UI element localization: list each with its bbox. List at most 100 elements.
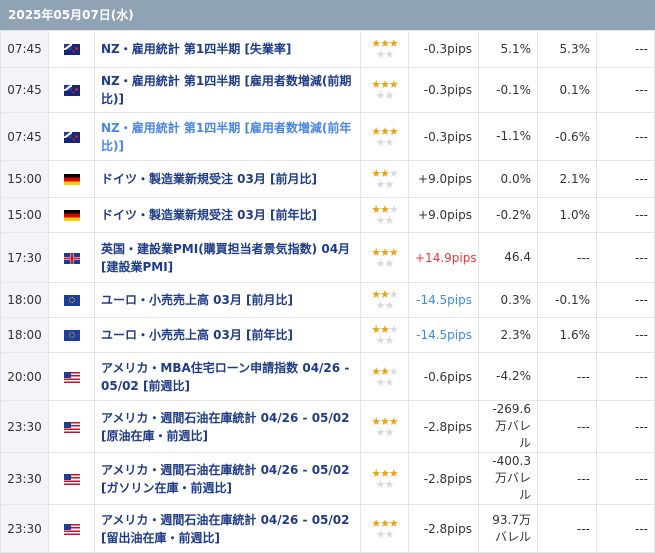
star-empty-icon: ★★ <box>375 48 395 61</box>
us-flag-icon <box>63 473 80 485</box>
previous-value: --- <box>596 232 655 283</box>
country-flag <box>48 112 95 161</box>
previous-value: --- <box>596 112 655 161</box>
eu-flag-icon <box>63 295 80 306</box>
result-value: -4.2% <box>478 352 538 401</box>
star-empty-icon: ★★ <box>375 334 395 347</box>
importance-stars: ★★★ ★★ <box>360 30 409 68</box>
event-row: 07:45 NZ・雇用統計 第1四半期 [雇用者数増減(前期比)] ★★★ ★★ -0.… <box>0 67 655 113</box>
pips-move: -0.3pips <box>408 67 479 113</box>
importance-stars: ★★★ ★★ <box>360 160 409 198</box>
event-row: 18:00 ユーロ・小売売上高 03月 [前年比] ★★★ ★★ -14.5pips 2.… <box>0 317 655 353</box>
result-value: 46.4 <box>478 232 538 283</box>
result-value: 93.7万バレル <box>478 504 538 553</box>
nz-flag-icon <box>63 44 80 55</box>
event-link[interactable]: アメリカ・MBA住宅ローン申請指数 04/26 - 05/02 [前週比] <box>94 352 361 401</box>
date-header-label: 2025年05月07日(水) <box>8 8 134 22</box>
us-flag-icon <box>63 523 80 535</box>
previous-value: --- <box>596 352 655 401</box>
star-empty-icon: ★★ <box>375 178 395 191</box>
event-name: NZ・雇用統計 第1四半期 [雇用者数増減(前年比)] <box>101 120 352 153</box>
importance-stars: ★★★ ★★ <box>360 317 409 353</box>
uk-flag-icon <box>63 252 80 264</box>
previous-value: --- <box>596 400 655 453</box>
importance-stars: ★★★ ★★ <box>360 400 409 453</box>
event-link[interactable]: ユーロ・小売売上高 03月 [前月比] <box>94 282 361 318</box>
event-row: 15:00 ドイツ・製造業新規受注 03月 [前月比] ★★★ ★★ +9.0pips 0… <box>0 160 655 198</box>
event-link[interactable]: アメリカ・週間石油在庫統計 04/26 - 05/02 [留出油在庫・前週比] <box>94 504 361 553</box>
pips-move: -2.8pips <box>408 452 479 505</box>
star-empty-icon: ★★ <box>375 299 395 312</box>
result-value: 2.3% <box>478 317 538 353</box>
result-value: -1.1% <box>478 112 538 161</box>
pips-move: +14.9pips <box>408 232 479 283</box>
event-row: 23:30 アメリカ・週間石油在庫統計 04/26 - 05/02 [留出油在庫・… <box>0 504 655 553</box>
importance-stars: ★★★ ★★ <box>360 452 409 505</box>
previous-value: --- <box>596 197 655 233</box>
country-flag <box>48 504 95 553</box>
event-name: ドイツ・製造業新規受注 03月 [前月比] <box>101 172 318 186</box>
germany-flag-icon <box>63 210 80 221</box>
germany-flag-icon <box>63 174 80 185</box>
star-empty-icon: ★★ <box>375 477 395 491</box>
event-link[interactable]: ドイツ・製造業新規受注 03月 [前年比] <box>94 197 361 233</box>
event-row: 23:30 アメリカ・週間石油在庫統計 04/26 - 05/02 [原油在庫・前… <box>0 400 655 453</box>
event-time: 18:00 <box>0 282 49 318</box>
event-time: 23:30 <box>0 504 49 553</box>
event-link[interactable]: 英国・建設業PMI(購買担当者景気指数) 04月 [建設業PMI] <box>94 232 361 283</box>
star-empty-icon: ★★ <box>375 527 395 541</box>
previous-value: --- <box>596 160 655 198</box>
event-link[interactable]: アメリカ・週間石油在庫統計 04/26 - 05/02 [ガソリン在庫・前週比] <box>94 452 361 505</box>
result-value: 0.0% <box>478 160 538 198</box>
forecast-value: 1.0% <box>537 197 597 233</box>
event-row: 18:00 ユーロ・小売売上高 03月 [前月比] ★★★ ★★ -14.5pips 0.… <box>0 282 655 318</box>
pips-move: +9.0pips <box>408 160 479 198</box>
result-value: -269.6万バレル <box>478 400 538 453</box>
event-time: 07:45 <box>0 112 49 161</box>
result-value: -0.1% <box>478 67 538 113</box>
country-flag <box>48 67 95 113</box>
economic-calendar-table: 07:45 NZ・雇用統計 第1四半期 [失業率] ★★★ ★★ -0.3pips 5.1… <box>0 30 655 553</box>
pips-move: -0.3pips <box>408 30 479 68</box>
country-flag <box>48 30 95 68</box>
star-empty-icon: ★★ <box>375 425 395 439</box>
country-flag <box>48 232 95 283</box>
country-flag <box>48 160 95 198</box>
event-link[interactable]: アメリカ・週間石油在庫統計 04/26 - 05/02 [原油在庫・前週比] <box>94 400 361 453</box>
nz-flag-icon <box>63 131 80 143</box>
event-name: アメリカ・MBA住宅ローン申請指数 04/26 - 05/02 [前週比] <box>101 360 350 393</box>
previous-value: --- <box>596 452 655 505</box>
forecast-value: 2.1% <box>537 160 597 198</box>
forecast-value: 5.3% <box>537 30 597 68</box>
event-link[interactable]: NZ・雇用統計 第1四半期 [雇用者数増減(前期比)] <box>94 67 361 113</box>
country-flag <box>48 400 95 453</box>
event-link[interactable]: ユーロ・小売売上高 03月 [前年比] <box>94 317 361 353</box>
event-time: 23:30 <box>0 452 49 505</box>
country-flag <box>48 452 95 505</box>
event-name: 英国・建設業PMI(購買担当者景気指数) 04月 [建設業PMI] <box>101 241 351 274</box>
country-flag <box>48 197 95 233</box>
event-time: 07:45 <box>0 67 49 113</box>
importance-stars: ★★★ ★★ <box>360 282 409 318</box>
date-header: 2025年05月07日(水) <box>0 0 655 30</box>
importance-stars: ★★★ ★★ <box>360 112 409 161</box>
eu-flag-icon <box>63 330 80 341</box>
previous-value: --- <box>596 317 655 353</box>
pips-move: -2.8pips <box>408 400 479 453</box>
forecast-value: --- <box>537 232 597 283</box>
event-link[interactable]: NZ・雇用統計 第1四半期 [失業率] <box>94 30 361 68</box>
event-name: ユーロ・小売売上高 03月 [前年比] <box>101 328 294 342</box>
event-time: 07:45 <box>0 30 49 68</box>
pips-move: -0.6pips <box>408 352 479 401</box>
event-row: 17:30 英国・建設業PMI(購買担当者景気指数) 04月 [建設業PMI] ★★… <box>0 232 655 283</box>
event-row: 07:45 NZ・雇用統計 第1四半期 [失業率] ★★★ ★★ -0.3pips 5.1… <box>0 30 655 68</box>
event-link[interactable]: ドイツ・製造業新規受注 03月 [前月比] <box>94 160 361 198</box>
result-value: -400.3万バレル <box>478 452 538 505</box>
importance-stars: ★★★ ★★ <box>360 504 409 553</box>
event-row: 15:00 ドイツ・製造業新規受注 03月 [前年比] ★★★ ★★ +9.0pips -… <box>0 197 655 233</box>
event-name: アメリカ・週間石油在庫統計 04/26 - 05/02 [ガソリン在庫・前週比] <box>101 462 350 495</box>
previous-value: --- <box>596 30 655 68</box>
country-flag <box>48 317 95 353</box>
event-time: 15:00 <box>0 160 49 198</box>
event-link[interactable]: NZ・雇用統計 第1四半期 [雇用者数増減(前年比)] <box>94 112 361 161</box>
